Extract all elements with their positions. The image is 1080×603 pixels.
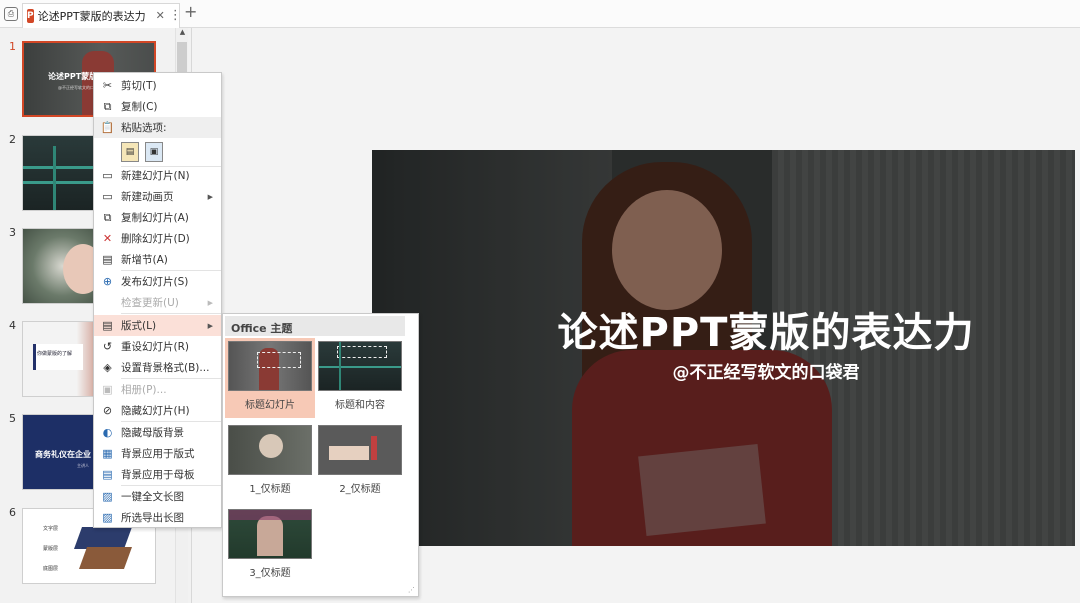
- layer-label: 蒙版层: [43, 546, 59, 552]
- layout-preview: [318, 425, 402, 475]
- layer-label: 文字层: [43, 526, 59, 532]
- text-box: [33, 344, 83, 370]
- layout-preview: [318, 341, 402, 391]
- duplicate-slide-icon: ⧉: [103, 210, 112, 224]
- layout-name: 标题和内容: [335, 400, 385, 411]
- export-image-icon: ▨: [102, 511, 113, 524]
- layer-shape: [73, 527, 133, 549]
- paste-picture-icon[interactable]: ▣: [145, 142, 163, 162]
- paint-bucket-icon: ◈: [103, 361, 112, 374]
- scissors-icon: ✂: [102, 79, 113, 92]
- menu-copy[interactable]: ⧉ 复制(C): [94, 96, 221, 117]
- menu-duplicate-slide[interactable]: ⧉ 复制幻灯片(A): [94, 207, 221, 228]
- thumb-number: 1: [9, 40, 16, 53]
- animation-page-icon: ▭: [102, 190, 113, 203]
- layout-preview: [228, 341, 312, 391]
- theme-header: Office 主题: [225, 316, 405, 336]
- layout-title-only-1[interactable]: 1_仅标题: [225, 422, 315, 502]
- thumb-title: 论述PPT蒙版: [48, 72, 98, 81]
- menu-layout[interactable]: ▤ 版式(L) ▶: [94, 315, 221, 336]
- layout-icon: ▤: [102, 319, 113, 332]
- submenu-arrow-icon: ▶: [207, 298, 213, 307]
- resize-grip-icon[interactable]: ⋰: [408, 586, 415, 594]
- menu-new-slide[interactable]: ▭ 新建幻灯片(N): [94, 165, 221, 186]
- menu-reset-slide[interactable]: ↺ 重设幻灯片(R): [94, 336, 221, 357]
- new-tab-button[interactable]: +: [184, 4, 197, 20]
- new-slide-icon: ▭: [102, 169, 113, 182]
- section-icon: ▤: [102, 253, 113, 266]
- paste-options-header: 📋 粘贴选项:: [94, 117, 221, 138]
- document-tab[interactable]: P 论述PPT蒙版的表达力 ✕ ⋮: [22, 3, 182, 28]
- copy-icon: ⧉: [103, 99, 112, 113]
- sidebar-toggle-icon[interactable]: ⎙: [4, 7, 18, 21]
- menu-delete-slide[interactable]: ✕ 删除幻灯片(D): [94, 228, 221, 249]
- menu-hide-master-bg[interactable]: ◐ 隐藏母版背景: [94, 422, 221, 443]
- paste-keep-source-icon[interactable]: ▤: [121, 142, 139, 162]
- menu-apply-bg-master[interactable]: ▤ 背景应用于母板: [94, 464, 221, 485]
- menu-new-section[interactable]: ▤ 新增节(A): [94, 249, 221, 270]
- long-image-icon: ▨: [102, 490, 113, 503]
- thumb-subtitle: 主讲人: [77, 463, 89, 468]
- tab-title: 论述PPT蒙版的表达力: [37, 10, 146, 23]
- layout-title-slide[interactable]: 标题幻灯片: [225, 338, 315, 418]
- layout-preview: [228, 509, 312, 559]
- menu-check-update: 检查更新(U) ▶: [121, 297, 213, 309]
- eye-hidden-icon: ◐: [102, 426, 113, 439]
- reset-icon: ↺: [102, 340, 113, 353]
- layout-preview: [228, 425, 312, 475]
- apply-layout-icon: ▦: [102, 447, 113, 460]
- layout-name: 2_仅标题: [339, 484, 381, 495]
- album-icon: ▣: [102, 383, 113, 396]
- context-menu: ✂ 剪切(T) ⧉ 复制(C) 📋 粘贴选项: ▤ ▣ ▭ 新建幻灯片(N) ▭ 新建动画…: [93, 72, 222, 528]
- menu-format-background[interactable]: ◈ 设置背景格式(B)...: [94, 357, 221, 378]
- apply-master-icon: ▤: [102, 468, 113, 481]
- submenu-arrow-icon: ▶: [207, 192, 213, 201]
- tab-bar: ⎙ P 论述PPT蒙版的表达力 ✕ ⋮ +: [0, 0, 1080, 28]
- menu-photo-album: ▣ 相册(P)...: [94, 379, 221, 400]
- ppt-file-icon: P: [27, 9, 34, 23]
- layer-shape: [78, 547, 133, 569]
- scroll-up-arrow-icon[interactable]: ▲: [177, 28, 188, 40]
- thumb-title: 商务礼仪在企业: [35, 450, 91, 459]
- layout-title-only-2[interactable]: 2_仅标题: [315, 422, 405, 502]
- menu-publish-slide[interactable]: ⊕ 发布幻灯片(S): [94, 271, 221, 292]
- publish-icon: ⊕: [102, 275, 113, 288]
- submenu-arrow-icon: ▶: [207, 321, 213, 330]
- menu-one-click-long-image[interactable]: ▨ 一键全文长图: [94, 486, 221, 507]
- delete-slide-icon: ✕: [102, 232, 113, 245]
- layout-name: 3_仅标题: [249, 568, 291, 579]
- thumb-number: 3: [9, 226, 16, 239]
- rail-post: [53, 146, 56, 210]
- layout-name: 标题幻灯片: [245, 400, 295, 411]
- layout-submenu: Office 主题 标题幻灯片 标题和内容 1_仅标题 2_仅标题 3_仅标题 …: [222, 313, 419, 597]
- menu-cut[interactable]: ✂ 剪切(T): [94, 75, 221, 96]
- slide-subtitle[interactable]: @不正经写软文的口袋君: [372, 358, 1075, 383]
- menu-new-anim-page[interactable]: ▭ 新建动画页 ▶: [94, 186, 221, 207]
- thumb-number: 6: [9, 506, 16, 519]
- menu-apply-bg-layout[interactable]: ▦ 背景应用于版式: [94, 443, 221, 464]
- layer-label: 底图层: [43, 566, 59, 572]
- menu-export-selected-long-image[interactable]: ▨ 所选导出长图: [94, 507, 221, 528]
- layout-title-content[interactable]: 标题和内容: [315, 338, 405, 418]
- clipboard-icon: 📋: [100, 121, 115, 134]
- thumb-title: 你做蒙版的了解: [37, 351, 73, 357]
- current-slide[interactable]: 论述PPT蒙版的表达力 @不正经写软文的口袋君: [372, 150, 1075, 546]
- tab-more-icon[interactable]: ⋮: [169, 9, 182, 23]
- menu-hide-slide[interactable]: ⊘ 隐藏幻灯片(H): [94, 400, 221, 421]
- layout-title-only-3[interactable]: 3_仅标题: [225, 506, 315, 586]
- paste-option-row: ▤ ▣: [94, 139, 221, 165]
- thumb-number: 2: [9, 133, 16, 146]
- hide-slide-icon: ⊘: [102, 404, 113, 417]
- thumb-number: 4: [9, 319, 16, 332]
- layout-name: 1_仅标题: [249, 484, 291, 495]
- tab-close-icon[interactable]: ✕: [156, 9, 165, 23]
- thumb-number: 5: [9, 412, 16, 425]
- slide-title[interactable]: 论述PPT蒙版的表达力: [372, 300, 1075, 358]
